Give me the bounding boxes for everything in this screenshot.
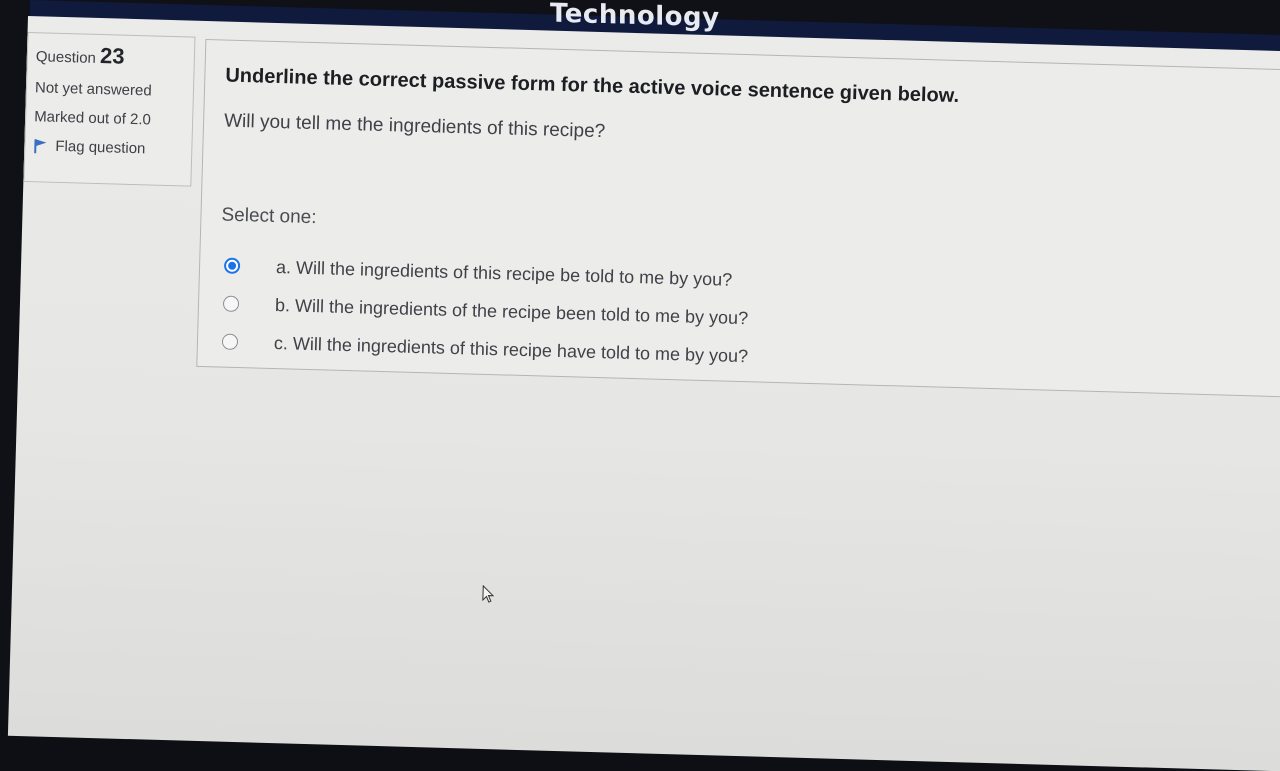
select-one-label: Select one: — [221, 204, 317, 229]
question-info-panel: Question 23 Not yet answered Marked out … — [23, 32, 195, 187]
answer-option-label: b. Will the ingredients of the recipe be… — [275, 295, 749, 329]
answer-option-label: c. Will the ingredients of this recipe h… — [274, 332, 749, 366]
flag-icon — [33, 138, 47, 154]
answer-option-label: a. Will the ingredients of this recipe b… — [276, 257, 733, 291]
site-title: Technology — [550, 0, 720, 33]
active-sentence: Will you tell me the ingredients of this… — [224, 111, 606, 144]
flag-question-button[interactable]: Flag question — [33, 137, 183, 158]
mouse-pointer-icon — [482, 585, 497, 610]
quiz-page: Question 23 Not yet answered Marked out … — [8, 16, 1280, 771]
question-number: 23 — [100, 43, 125, 69]
flag-question-label: Flag question — [55, 138, 146, 158]
radio-button-c[interactable] — [222, 334, 238, 350]
question-status: Not yet answered — [35, 79, 185, 100]
question-label: Question — [36, 48, 96, 67]
question-number-line: Question 23 — [36, 41, 187, 71]
radio-button-a[interactable] — [224, 258, 240, 274]
question-content-panel: Underline the correct passive form for t… — [196, 39, 1280, 398]
question-prompt: Underline the correct passive form for t… — [225, 65, 959, 108]
answer-options: a. Will the ingredients of this recipe b… — [221, 247, 750, 376]
radio-button-b[interactable] — [223, 296, 239, 312]
question-marks: Marked out of 2.0 — [34, 108, 184, 129]
